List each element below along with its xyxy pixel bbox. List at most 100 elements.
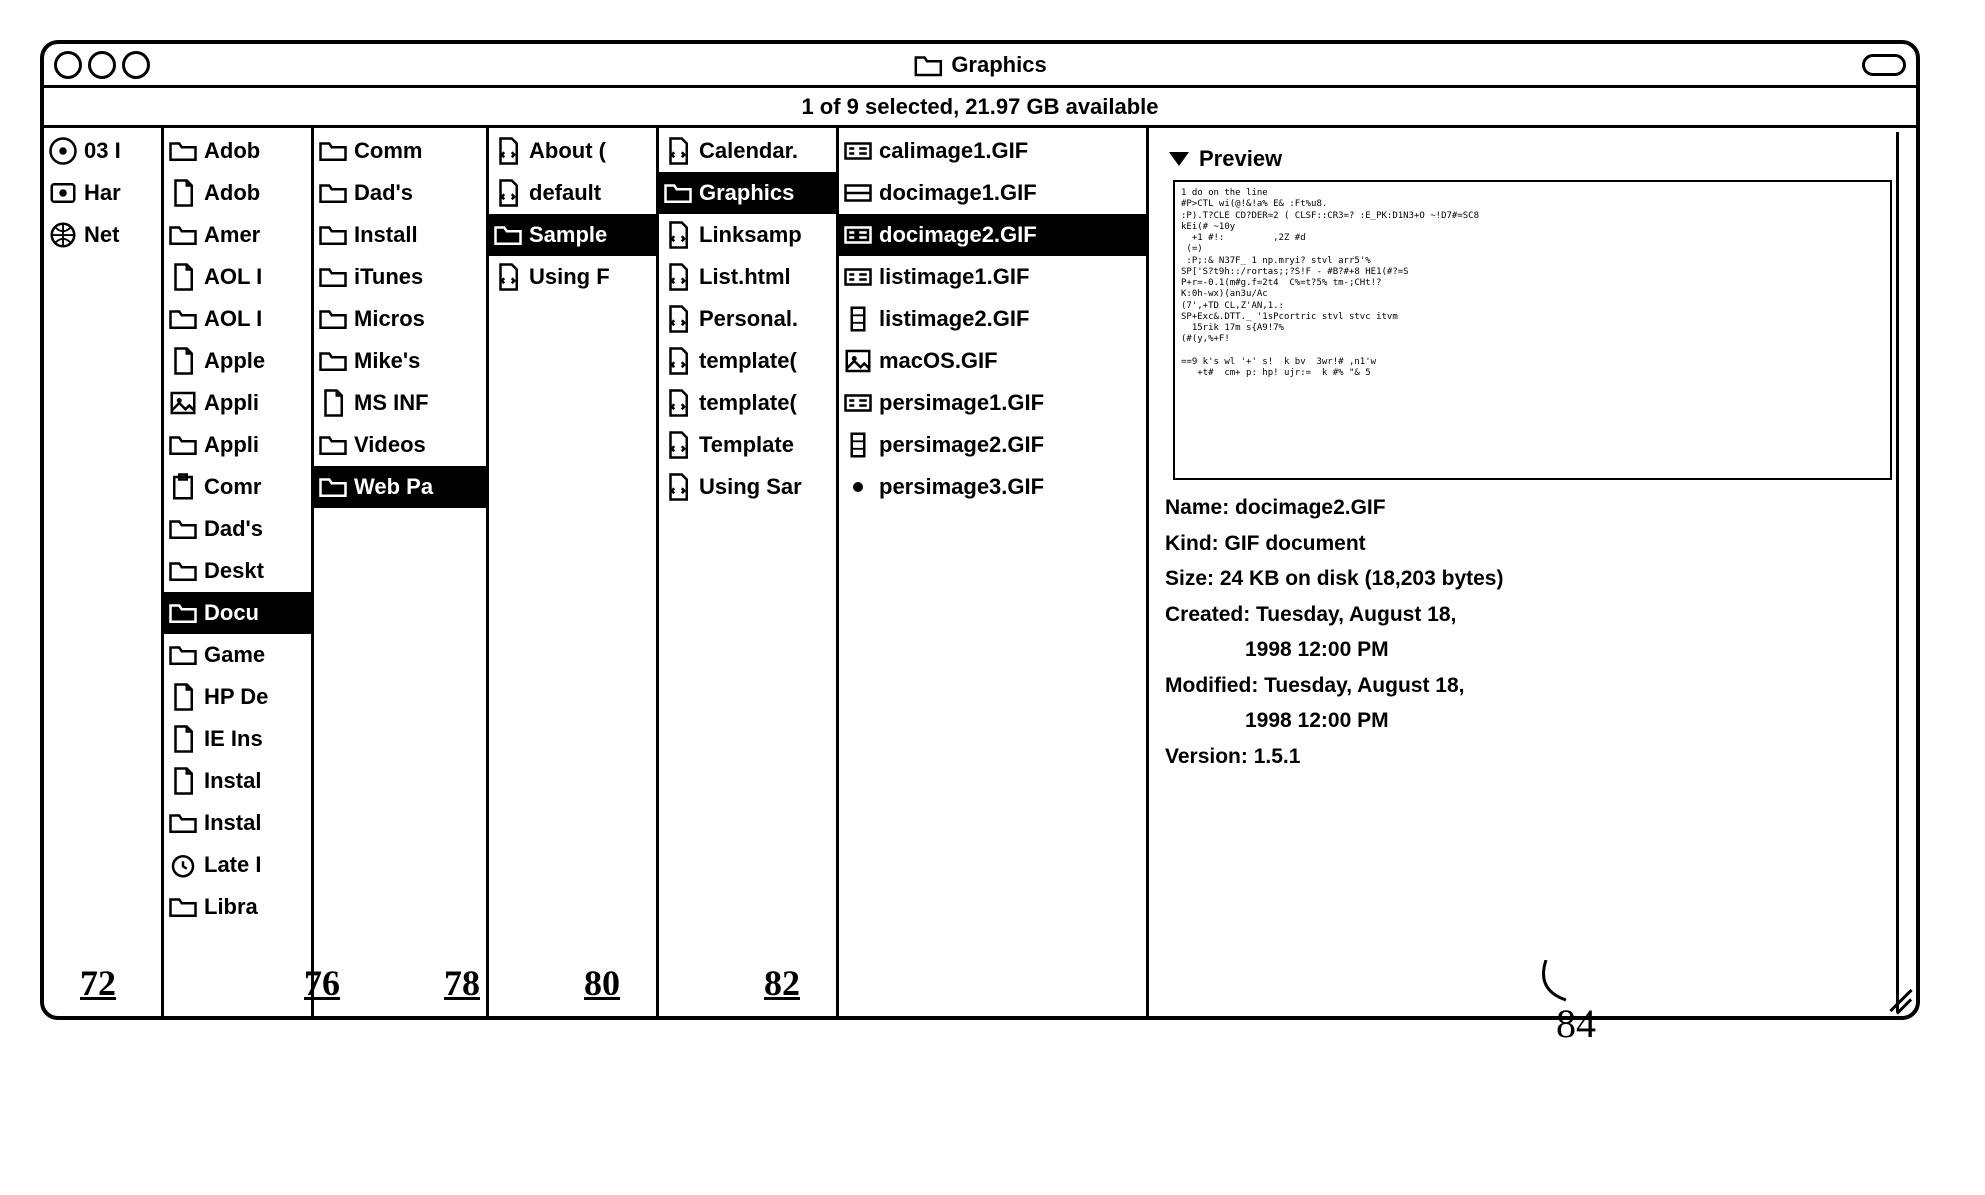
list-item[interactable]: List.html [659,256,836,298]
list-item[interactable]: calimage1.GIF [839,130,1146,172]
item-label: Net [84,222,161,248]
list-item[interactable]: Appli [164,382,311,424]
item-label: Appli [204,390,311,416]
column-3[interactable]: CommDad's InstalliTunesMicrosMike'sMS IN… [314,128,489,1016]
item-label: Game [204,642,311,668]
item-label: docimage1.GIF [879,180,1146,206]
folder-icon [663,178,693,208]
list-item[interactable]: Mike's [314,340,486,382]
list-item[interactable]: Game [164,634,311,676]
list-item[interactable]: Graphics [659,172,836,214]
list-item[interactable]: Adob [164,130,311,172]
list-item[interactable]: Amer [164,214,311,256]
folder-icon [318,304,348,334]
thumbnail-content: 1 do on the line #P>CTL wi(@!&!a% E& :Ft… [1181,188,1884,379]
folder-icon [913,50,943,80]
list-item[interactable]: Adob [164,172,311,214]
list-item[interactable]: template( [659,340,836,382]
list-item[interactable]: Sample [489,214,656,256]
list-item[interactable]: Apple [164,340,311,382]
list-item[interactable]: persimage3.GIF [839,466,1146,508]
item-label: Dad's [204,516,311,542]
html-icon [493,178,523,208]
list-item[interactable]: iTunes [314,256,486,298]
list-item[interactable]: Template [659,424,836,466]
doc-icon [168,178,198,208]
scrollbar[interactable] [1896,132,1918,1012]
column-1[interactable]: 03 IHarNet72 [44,128,164,1016]
preview-header[interactable]: Preview [1169,146,1900,172]
preview-thumbnail: 1 do on the line #P>CTL wi(@!&!a% E& :Ft… [1173,180,1892,480]
item-label: Late I [204,852,311,878]
column-4[interactable]: About (defaultSampleUsing F80 [489,128,659,1016]
list-item[interactable]: 03 I [44,130,161,172]
item-label: Instal [204,810,311,836]
column-2[interactable]: AdobAdobAmerAOL IAOL IAppleAppliAppliCom… [164,128,314,1016]
list-item[interactable]: Linksamp [659,214,836,256]
list-item[interactable]: Comm [314,130,486,172]
folder-icon [168,556,198,586]
list-item[interactable]: docimage2.GIF [839,214,1146,256]
list-item[interactable]: Deskt [164,550,311,592]
disclosure-triangle-icon[interactable] [1169,152,1189,166]
column-5[interactable]: Calendar.GraphicsLinksampList.html Person… [659,128,839,1016]
gif-icon [843,220,873,250]
list-item[interactable]: Late I [164,844,311,886]
item-label: AOL I [204,306,311,332]
folder-icon [168,430,198,460]
list-item[interactable]: Dad's [314,172,486,214]
preview-pane: Preview 1 do on the line #P>CTL wi(@!&!a… [1149,128,1916,1016]
item-label: Using F [529,264,656,290]
list-item[interactable]: AOL I [164,256,311,298]
list-item[interactable]: Using Sar [659,466,836,508]
html-icon [663,304,693,334]
item-label: template( [699,390,836,416]
list-item[interactable]: Web Pa [314,466,486,508]
created-label: Created: [1165,603,1250,626]
list-item[interactable]: docimage1.GIF [839,172,1146,214]
item-label: HP De [204,684,311,710]
list-item[interactable]: default [489,172,656,214]
list-item[interactable]: Using F [489,256,656,298]
list-item[interactable]: Comr [164,466,311,508]
list-item[interactable]: template( [659,382,836,424]
list-item[interactable]: AOL I [164,298,311,340]
list-item[interactable]: listimage2.GIF [839,298,1146,340]
list-item[interactable]: About ( [489,130,656,172]
item-label: Personal. [699,306,836,332]
list-item[interactable]: IE Ins [164,718,311,760]
list-item[interactable]: Har [44,172,161,214]
minimize-button[interactable] [88,51,116,79]
list-item[interactable]: Dad's [164,508,311,550]
column-browser: 03 IHarNet72 AdobAdobAmerAOL IAOL IApple… [44,128,1916,1016]
doc-icon [168,724,198,754]
list-item[interactable]: Appli [164,424,311,466]
zoom-button[interactable] [122,51,150,79]
list-item[interactable]: Calendar. [659,130,836,172]
list-item[interactable]: persimage1.GIF [839,382,1146,424]
item-label: docimage2.GIF [879,222,1146,248]
annotation-76: 76 [304,962,314,1004]
list-item[interactable]: Net [44,214,161,256]
list-item[interactable]: Videos [314,424,486,466]
kind-value: GIF document [1225,532,1366,555]
list-item[interactable]: Micros [314,298,486,340]
annotation-78: 78 [444,962,480,1004]
close-button[interactable] [54,51,82,79]
list-item[interactable]: Instal [164,802,311,844]
list-item[interactable]: HP De [164,676,311,718]
list-item[interactable]: Libra [164,886,311,928]
column-6[interactable]: calimage1.GIF docimage1.GIF docimage2.GIF l… [839,128,1149,1016]
list-item[interactable]: macOS.GIF [839,340,1146,382]
list-item[interactable]: MS INF [314,382,486,424]
list-item[interactable]: listimage1.GIF [839,256,1146,298]
folder-icon [318,430,348,460]
list-item[interactable]: persimage2.GIF [839,424,1146,466]
folder-icon [168,892,198,922]
version-value: 1.5.1 [1254,745,1301,768]
list-item[interactable]: Docu [164,592,311,634]
list-item[interactable]: Install [314,214,486,256]
list-item[interactable]: Instal [164,760,311,802]
list-item[interactable]: Personal. [659,298,836,340]
toolbar-toggle-button[interactable] [1862,54,1906,76]
